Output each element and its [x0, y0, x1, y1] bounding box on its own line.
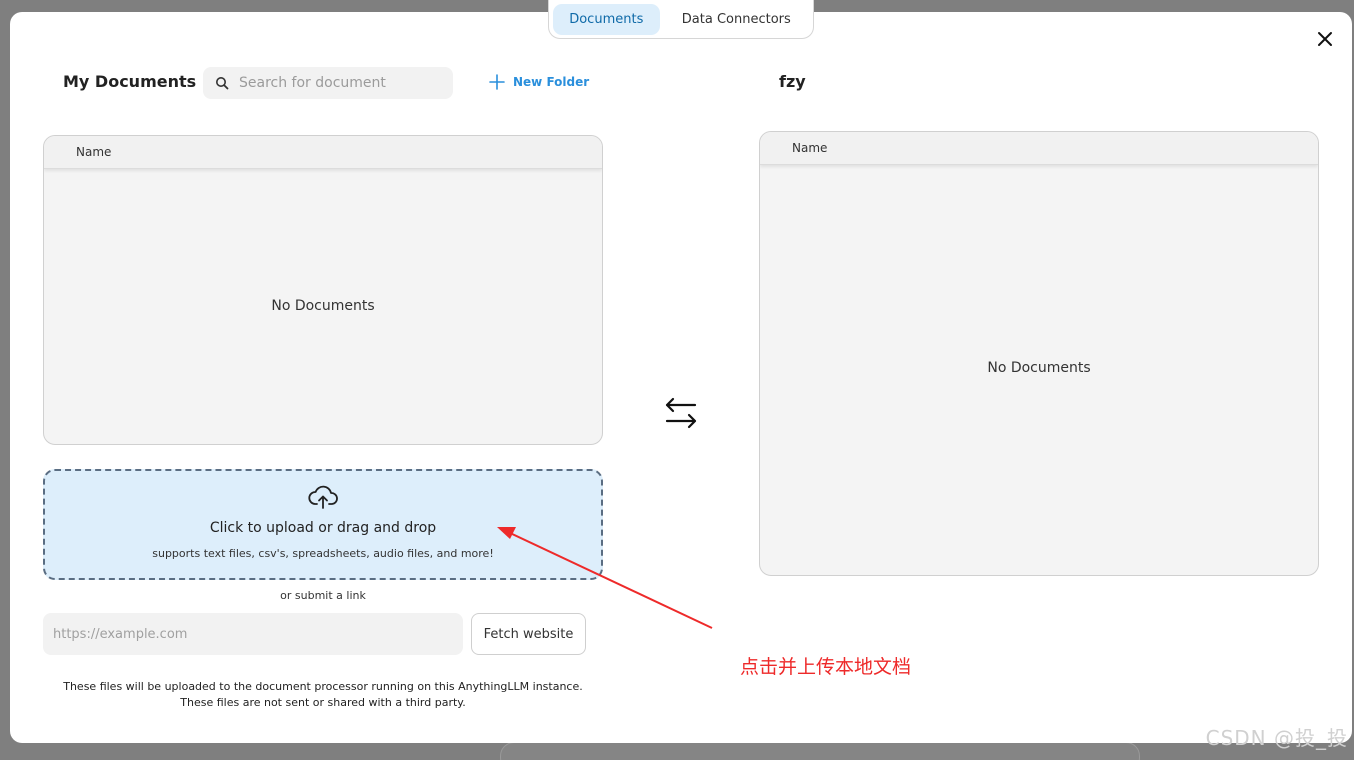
notice-line-1: These files will be uploaded to the docu… [63, 680, 583, 693]
empty-state-text: No Documents [271, 298, 375, 314]
empty-state-text: No Documents [987, 360, 1091, 376]
upload-notice: These files will be uploaded to the docu… [43, 679, 603, 711]
fetch-website-button[interactable]: Fetch website [471, 613, 586, 655]
new-folder-button[interactable]: New Folder [489, 74, 589, 90]
workspace-documents-table: Name No Documents [759, 131, 1319, 576]
my-documents-section: My Documents New Folder Name No Document… [43, 12, 603, 743]
close-icon [1318, 32, 1332, 46]
search-box[interactable] [203, 67, 453, 99]
or-submit-link-text: or submit a link [280, 589, 366, 602]
my-documents-table: Name No Documents [43, 135, 603, 445]
upload-sub-text: supports text files, csv's, spreadsheets… [152, 547, 494, 560]
tab-data-connectors[interactable]: Data Connectors [664, 4, 809, 35]
table-header-name: Name [44, 136, 602, 169]
table-header-name: Name [760, 132, 1318, 165]
close-button[interactable] [1314, 28, 1336, 50]
workspace-title: fzy [779, 72, 806, 91]
url-input[interactable] [43, 613, 463, 655]
search-input[interactable] [239, 75, 439, 91]
new-folder-label: New Folder [513, 75, 590, 89]
my-documents-title: My Documents [63, 72, 197, 91]
backdrop-element [500, 742, 1140, 760]
watermark-text: CSDN @投_投 [1205, 726, 1348, 750]
documents-modal: My Documents New Folder Name No Document… [10, 12, 1352, 743]
notice-line-2: These files are not sent or shared with … [180, 696, 466, 709]
upload-cloud-icon [308, 485, 338, 509]
upload-main-text: Click to upload or drag and drop [209, 520, 437, 536]
swap-arrows-icon [665, 397, 697, 429]
search-icon [216, 77, 229, 90]
tab-documents[interactable]: Documents [553, 3, 660, 35]
move-documents-button[interactable] [661, 395, 701, 429]
annotation-text: 点击并上传本地文档 [740, 656, 912, 678]
upload-dropzone[interactable]: Click to upload or drag and drop support… [43, 469, 603, 580]
top-tab-bar: Documents Data Connectors [548, 0, 814, 39]
plus-icon [489, 74, 505, 90]
